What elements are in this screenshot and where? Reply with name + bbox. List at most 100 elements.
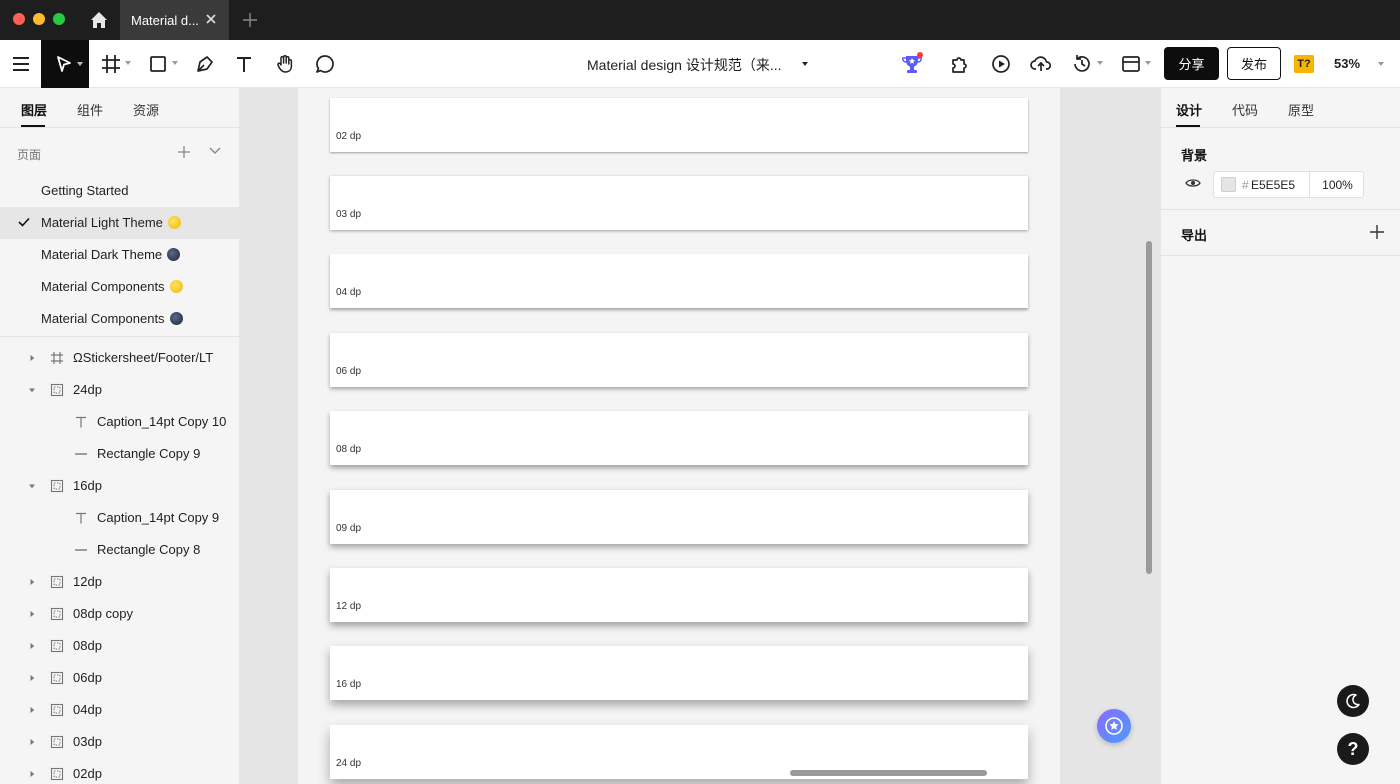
layout-icon[interactable] xyxy=(1119,52,1143,76)
chevron-down-icon[interactable] xyxy=(1145,61,1151,65)
layer-label: Rectangle Copy 8 xyxy=(97,542,201,557)
history-icon[interactable] xyxy=(1070,52,1094,76)
layer-item[interactable]: 03dp xyxy=(0,726,239,758)
elevation-card[interactable]: 02 dp xyxy=(330,98,1028,152)
text-layer-icon xyxy=(76,512,86,524)
tab-assets[interactable]: 资源 xyxy=(133,100,159,119)
elevation-card[interactable]: 09 dp xyxy=(330,490,1028,544)
tab-design[interactable]: 设计 xyxy=(1176,100,1202,119)
document-title[interactable]: Material design 设计规范（来... xyxy=(587,55,782,75)
new-tab-icon[interactable] xyxy=(241,11,259,29)
layer-item[interactable]: 24dp xyxy=(0,374,239,406)
layer-label: 02dp xyxy=(73,766,102,781)
cloud-upload-icon[interactable] xyxy=(1029,52,1053,76)
publish-button[interactable]: 发布 xyxy=(1227,47,1281,80)
caret-right-icon[interactable] xyxy=(29,642,35,650)
add-export-icon[interactable] xyxy=(1369,224,1385,240)
caret-down-icon[interactable] xyxy=(29,386,35,394)
maximize-window-button[interactable] xyxy=(53,13,65,25)
layer-item[interactable]: ΩStickersheet/Footer/LT xyxy=(0,342,239,374)
tab-code[interactable]: 代码 xyxy=(1232,100,1258,119)
elevation-card[interactable]: 12 dp xyxy=(330,568,1028,622)
layer-label: 03dp xyxy=(73,734,102,749)
elevation-card[interactable]: 06 dp xyxy=(330,333,1028,387)
divider xyxy=(1161,255,1400,256)
elevation-card[interactable]: 04 dp xyxy=(330,254,1028,308)
frame-tool-icon[interactable] xyxy=(99,52,123,76)
moon-emoji-icon xyxy=(169,312,183,325)
chevron-down-icon[interactable] xyxy=(172,61,178,65)
caret-right-icon[interactable] xyxy=(29,674,35,682)
vertical-scrollbar[interactable] xyxy=(1146,241,1152,574)
trophy-icon[interactable] xyxy=(900,52,924,76)
canvas[interactable]: 02 dp 03 dp 04 dp 06 dp 08 dp 09 dp 12 dp 16 dp… xyxy=(240,88,1160,784)
layer-item[interactable]: 06dp xyxy=(0,662,239,694)
elevation-card[interactable]: 16 dp xyxy=(330,646,1028,700)
rectangle-tool-icon[interactable] xyxy=(146,52,170,76)
page-item-material-components-dark[interactable]: Material Components xyxy=(0,303,239,335)
color-swatch[interactable] xyxy=(1221,177,1236,192)
page-item-material-dark-theme[interactable]: Material Dark Theme xyxy=(0,239,239,271)
caret-right-icon[interactable] xyxy=(29,354,35,362)
caret-down-icon[interactable] xyxy=(29,482,35,490)
theme-toggle-button[interactable] xyxy=(1337,685,1369,717)
star-icon xyxy=(1105,717,1123,735)
sun-emoji-icon xyxy=(167,216,181,229)
opacity-input[interactable]: 100% xyxy=(1309,172,1365,197)
chevron-down-icon[interactable] xyxy=(1097,61,1103,65)
chevron-down-icon[interactable] xyxy=(802,62,808,66)
chevron-down-icon[interactable] xyxy=(1378,62,1384,66)
tab-prototype[interactable]: 原型 xyxy=(1288,100,1314,119)
page-item-material-light-theme[interactable]: Material Light Theme xyxy=(0,207,239,239)
ai-assistant-button[interactable] xyxy=(1097,709,1131,743)
caret-right-icon[interactable] xyxy=(29,770,35,778)
plugin-icon[interactable] xyxy=(948,52,972,76)
layer-item[interactable]: Caption_14pt Copy 9 xyxy=(0,502,239,534)
play-icon[interactable] xyxy=(989,52,1013,76)
document-tab[interactable]: Material d... xyxy=(120,0,229,40)
page-item-getting-started[interactable]: Getting Started xyxy=(0,175,239,207)
tab-components[interactable]: 组件 xyxy=(77,100,103,119)
move-tool-button[interactable] xyxy=(41,40,89,88)
collapse-pages-icon[interactable] xyxy=(209,147,221,155)
home-icon[interactable] xyxy=(88,9,110,31)
layer-item[interactable]: Rectangle Copy 8 xyxy=(0,534,239,566)
layer-item[interactable]: 12dp xyxy=(0,566,239,598)
tab-layers[interactable]: 图层 xyxy=(21,100,47,119)
caret-right-icon[interactable] xyxy=(29,738,35,746)
horizontal-scrollbar[interactable] xyxy=(790,770,987,776)
caret-right-icon[interactable] xyxy=(29,578,35,586)
layer-item[interactable]: 08dp xyxy=(0,630,239,662)
hand-tool-icon[interactable] xyxy=(273,52,297,76)
page-label: Material Light Theme xyxy=(41,215,163,230)
artboard[interactable]: 02 dp 03 dp 04 dp 06 dp 08 dp 09 dp 12 dp 16 dp… xyxy=(298,88,1060,784)
layer-item[interactable]: 02dp xyxy=(0,758,239,784)
caret-right-icon[interactable] xyxy=(29,610,35,618)
background-color-field[interactable]: # E5E5E5 100% xyxy=(1213,171,1364,198)
layer-item[interactable]: Caption_14pt Copy 10 xyxy=(0,406,239,438)
page-item-material-components-light[interactable]: Material Components xyxy=(0,271,239,303)
zoom-level[interactable]: 53% xyxy=(1334,56,1360,71)
text-tool-icon[interactable] xyxy=(232,52,256,76)
missing-font-badge[interactable]: T? xyxy=(1294,55,1314,73)
share-button[interactable]: 分享 xyxy=(1164,47,1219,80)
layer-item[interactable]: Rectangle Copy 9 xyxy=(0,438,239,470)
layer-item[interactable]: 08dp copy xyxy=(0,598,239,630)
help-button[interactable]: ? xyxy=(1337,733,1369,765)
menu-icon[interactable] xyxy=(9,52,33,76)
caret-right-icon[interactable] xyxy=(29,706,35,714)
close-window-button[interactable] xyxy=(13,13,25,25)
elevation-card[interactable]: 03 dp xyxy=(330,176,1028,230)
group-icon xyxy=(50,383,64,397)
comment-tool-icon[interactable] xyxy=(313,52,337,76)
elevation-card[interactable]: 08 dp xyxy=(330,411,1028,465)
close-tab-icon[interactable] xyxy=(204,12,218,26)
add-page-icon[interactable] xyxy=(177,145,191,159)
minimize-window-button[interactable] xyxy=(33,13,45,25)
layer-item[interactable]: 16dp xyxy=(0,470,239,502)
pen-tool-icon[interactable] xyxy=(193,52,217,76)
layer-item[interactable]: 04dp xyxy=(0,694,239,726)
chevron-down-icon[interactable] xyxy=(125,61,131,65)
hex-value-input[interactable]: E5E5E5 xyxy=(1251,178,1295,192)
eye-icon[interactable] xyxy=(1185,178,1201,188)
